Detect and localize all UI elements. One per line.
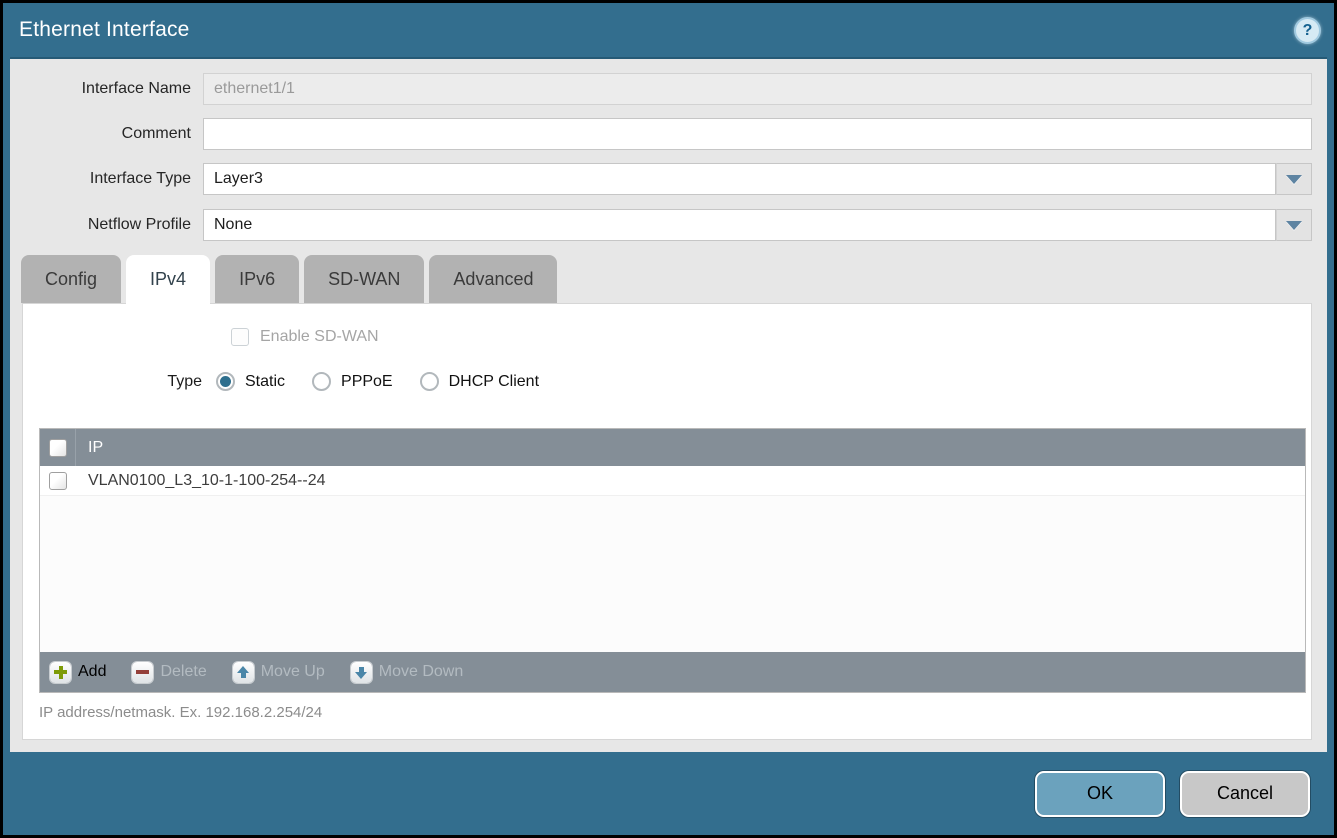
move-down-icon: [351, 662, 372, 683]
radio-pppoe[interactable]: PPPoE: [312, 372, 393, 391]
type-row: Type Static PPPoE DHCP Client: [23, 372, 566, 391]
move-up-button-label: Move Up: [261, 663, 325, 681]
interface-type-dropdown-button[interactable]: [1276, 163, 1312, 195]
move-down-button-label: Move Down: [379, 663, 463, 681]
enable-sdwan-label: Enable SD-WAN: [260, 328, 379, 346]
table-row[interactable]: VLAN0100_L3_10-1-100-254--24: [40, 466, 1305, 496]
row-checkbox-cell: [40, 466, 76, 495]
tab-ipv6[interactable]: IPv6: [215, 255, 299, 303]
dialog-title: Ethernet Interface: [19, 18, 190, 42]
delete-button: Delete: [132, 662, 206, 683]
interface-type-value: Layer3: [203, 163, 1276, 195]
move-up-icon: [233, 662, 254, 683]
netflow-profile-value: None: [203, 209, 1276, 241]
radio-pppoe-label: PPPoE: [341, 373, 393, 391]
ip-cell: VLAN0100_L3_10-1-100-254--24: [76, 472, 326, 490]
ip-format-hint: IP address/netmask. Ex. 192.168.2.254/24: [39, 704, 322, 721]
interface-type-label: Interface Type: [10, 170, 203, 188]
ipv4-tab-panel: Enable SD-WAN Type Static PPPoE DHCP Cli…: [22, 303, 1312, 740]
delete-button-label: Delete: [160, 663, 206, 681]
radio-static-label: Static: [245, 373, 285, 391]
dialog-frame: Ethernet Interface ? Interface Name Comm…: [3, 3, 1334, 835]
tab-sdwan[interactable]: SD-WAN: [304, 255, 424, 303]
add-button-label: Add: [78, 663, 106, 681]
radio-pppoe-control[interactable]: [312, 372, 331, 391]
move-up-button: Move Up: [233, 662, 325, 683]
tab-bar: Config IPv4 IPv6 SD-WAN Advanced: [21, 255, 557, 304]
radio-static[interactable]: Static: [216, 372, 285, 391]
interface-name-input: [203, 73, 1312, 105]
tab-config[interactable]: Config: [21, 255, 121, 303]
add-button[interactable]: Add: [50, 662, 106, 683]
interface-name-label: Interface Name: [10, 80, 203, 98]
interface-name-row: Interface Name: [10, 73, 1327, 105]
help-icon[interactable]: ?: [1294, 17, 1321, 44]
move-down-button: Move Down: [351, 662, 463, 683]
enable-sdwan-checkbox: [231, 328, 249, 346]
ip-table-body: VLAN0100_L3_10-1-100-254--24: [40, 466, 1305, 652]
comment-row: Comment: [10, 118, 1327, 150]
comment-input[interactable]: [203, 118, 1312, 150]
ok-button[interactable]: OK: [1035, 771, 1165, 817]
select-all-checkbox[interactable]: [49, 439, 67, 457]
cancel-button[interactable]: Cancel: [1180, 771, 1310, 817]
tab-advanced[interactable]: Advanced: [429, 255, 557, 303]
interface-type-row: Interface Type Layer3: [10, 163, 1327, 195]
delete-icon: [132, 662, 153, 683]
chevron-down-icon: [1286, 221, 1302, 230]
table-toolbar: Add Delete Move Up Move Down: [40, 652, 1305, 692]
enable-sdwan-row: Enable SD-WAN: [231, 328, 379, 346]
comment-label: Comment: [10, 125, 203, 143]
dialog-titlebar: Ethernet Interface ?: [3, 3, 1334, 57]
radio-dhcp-client-label: DHCP Client: [449, 373, 539, 391]
dialog-footer: OK Cancel: [3, 752, 1334, 835]
radio-dhcp-client-control[interactable]: [420, 372, 439, 391]
netflow-profile-dropdown-button[interactable]: [1276, 209, 1312, 241]
ethernet-interface-dialog: Ethernet Interface ? Interface Name Comm…: [0, 0, 1337, 838]
tab-ipv4[interactable]: IPv4: [126, 255, 210, 304]
comment-field: [203, 118, 1312, 150]
type-label: Type: [23, 373, 216, 391]
question-mark-glyph: ?: [1303, 23, 1313, 39]
dialog-body: Interface Name Comment Interface Type La…: [10, 57, 1327, 752]
interface-type-select[interactable]: Layer3: [203, 163, 1312, 195]
ip-table-header: IP: [40, 429, 1305, 466]
chevron-down-icon: [1286, 175, 1302, 184]
radio-static-control[interactable]: [216, 372, 235, 391]
header-checkbox-cell: [40, 429, 76, 466]
interface-name-field: [203, 73, 1312, 105]
ip-table: IP VLAN0100_L3_10-1-100-254--24: [39, 428, 1306, 693]
netflow-profile-label: Netflow Profile: [10, 216, 203, 234]
netflow-profile-row: Netflow Profile None: [10, 209, 1327, 241]
netflow-profile-select[interactable]: None: [203, 209, 1312, 241]
ip-column-header: IP: [76, 439, 103, 457]
row-checkbox[interactable]: [49, 472, 67, 490]
add-icon: [50, 662, 71, 683]
radio-dhcp-client[interactable]: DHCP Client: [420, 372, 539, 391]
